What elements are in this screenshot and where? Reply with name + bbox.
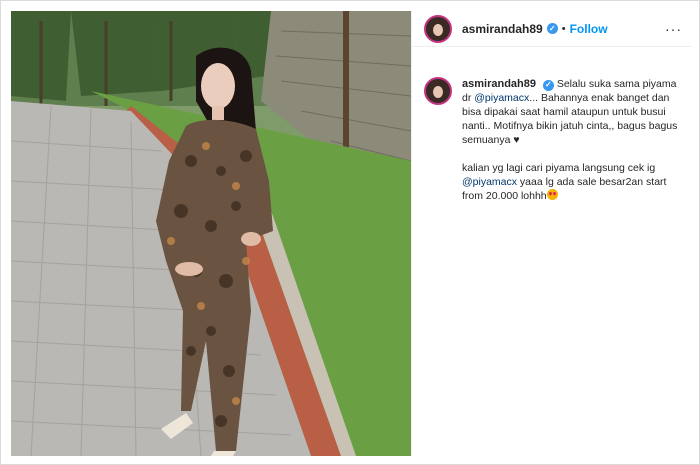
mention-link[interactable]: @piyamacx [462,176,517,188]
heart-eyes-emoji-icon [546,189,558,200]
caption-username[interactable]: asmirandah89 [462,78,536,90]
heart-icon: ♥ [513,134,520,146]
follow-button[interactable]: Follow [570,22,608,36]
more-options-icon[interactable]: ··· [665,21,682,37]
header-username[interactable]: asmirandah89 [462,22,543,36]
verified-badge-icon: ✓ [542,79,554,91]
caption-avatar[interactable] [424,77,452,105]
separator-dot: • [561,22,566,35]
mention-link[interactable]: @piyamacx [474,92,529,104]
post-sidebar: asmirandah89 ✓ • Follow ··· asmirandah89… [411,11,692,456]
caption-text: asmirandah89 ✓ Selalu suka sama piyama d… [462,77,682,203]
post-photo-illustration [11,11,411,456]
verified-badge-icon: ✓ [546,23,558,34]
avatar-face [433,23,443,36]
post-caption: asmirandah89 ✓ Selalu suka sama piyama d… [424,77,686,203]
post-header: asmirandah89 ✓ • Follow ··· [412,11,692,47]
post-photo[interactable] [11,11,411,456]
instagram-post-frame: asmirandah89 ✓ • Follow ··· asmirandah89… [0,0,700,465]
avatar[interactable] [424,14,452,43]
caption-paragraph-2: kalian yg lagi cari piyama langsung cek … [462,161,682,203]
avatar-face [433,86,443,98]
caption-line2-a: kalian yg lagi cari piyama langsung cek … [462,162,656,174]
